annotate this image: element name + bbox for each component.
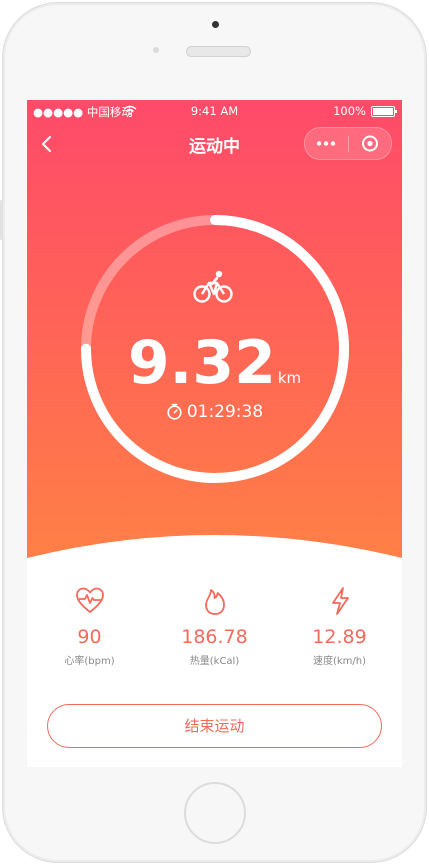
stat-speed: 12.89 速度(km/h) [277, 584, 402, 667]
proximity-sensor [153, 47, 159, 53]
heart-rate-label: 心率(bpm) [64, 656, 115, 667]
stopwatch-icon [167, 403, 182, 420]
end-workout-button[interactable]: 结束运动 [47, 704, 382, 748]
close-target-icon[interactable] [349, 128, 391, 159]
distance-display: 9.32 km [27, 328, 402, 398]
stat-calories: 186.78 热量(kCal) [152, 584, 277, 667]
stat-heart-rate: 90 心率(bpm) [27, 584, 152, 667]
front-camera [212, 21, 219, 28]
battery-icon [371, 106, 397, 117]
home-button[interactable] [184, 782, 246, 844]
calories-label: 热量(kCal) [189, 656, 240, 667]
flame-icon [204, 589, 225, 615]
duration-value: 01:29:38 [186, 402, 264, 422]
distance-unit: km [277, 369, 302, 387]
more-dots-icon[interactable] [305, 128, 347, 159]
lightning-icon [331, 587, 349, 615]
speed-label: 速度(km/h) [312, 656, 367, 667]
heart-rate-value: 90 [77, 626, 102, 648]
app-screen: ●●●●● 中国移动 9:41 AM 100% 运动中 9.32 km 01:2… [27, 100, 402, 767]
mini-program-capsule [304, 127, 392, 160]
heart-rate-icon [75, 587, 104, 613]
duration-display: 01:29:38 [27, 402, 402, 422]
calories-value: 186.78 [181, 626, 248, 648]
status-bar: ●●●●● 中国移动 9:41 AM 100% [27, 100, 402, 122]
earpiece-speaker [186, 46, 251, 57]
speed-value: 12.89 [312, 626, 367, 648]
stats-row: 90 心率(bpm) 186.78 热量(kCal) 12.89 速度(km/h… [27, 584, 402, 674]
nav-bar: 运动中 [27, 122, 402, 166]
battery-percent: 100% [333, 104, 366, 118]
bicycle-icon [193, 270, 233, 303]
volume-button [0, 200, 3, 240]
distance-value: 9.32 [127, 328, 276, 398]
